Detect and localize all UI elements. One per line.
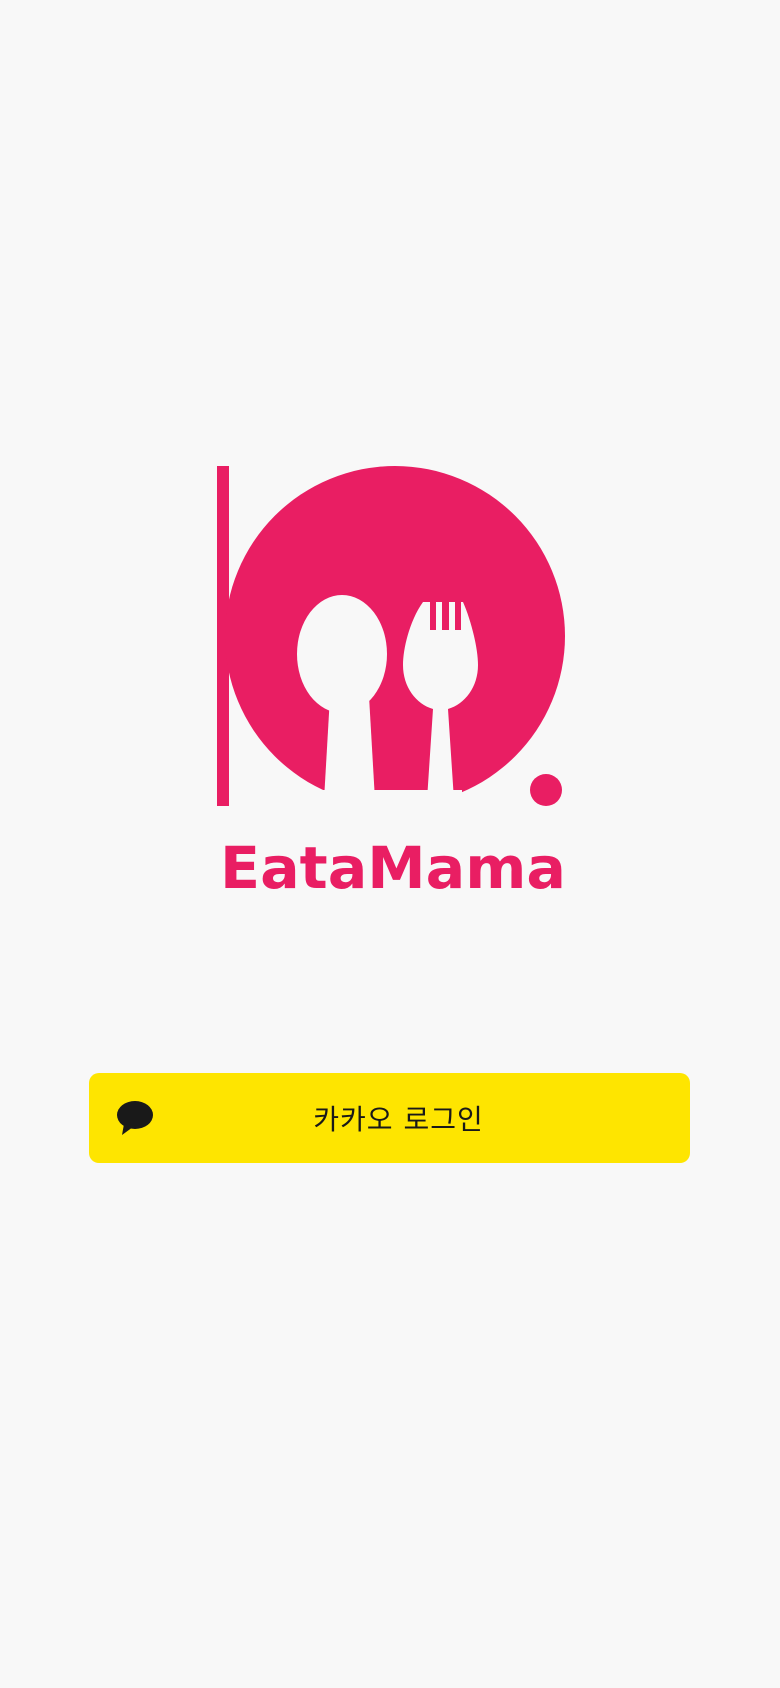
app-logo: EataMama: [213, 460, 573, 902]
brand-wordmark: EataMama: [220, 834, 566, 902]
login-screen: EataMama 카카오 로그인: [0, 0, 780, 1688]
svg-text:EataMama: EataMama: [220, 834, 566, 902]
plate-spoon-fork-icon: [217, 466, 565, 820]
kakao-speech-bubble-icon: [117, 1101, 153, 1135]
kakao-login-button[interactable]: 카카오 로그인: [89, 1073, 690, 1163]
kakao-login-label: 카카오 로그인: [313, 1103, 484, 1136]
